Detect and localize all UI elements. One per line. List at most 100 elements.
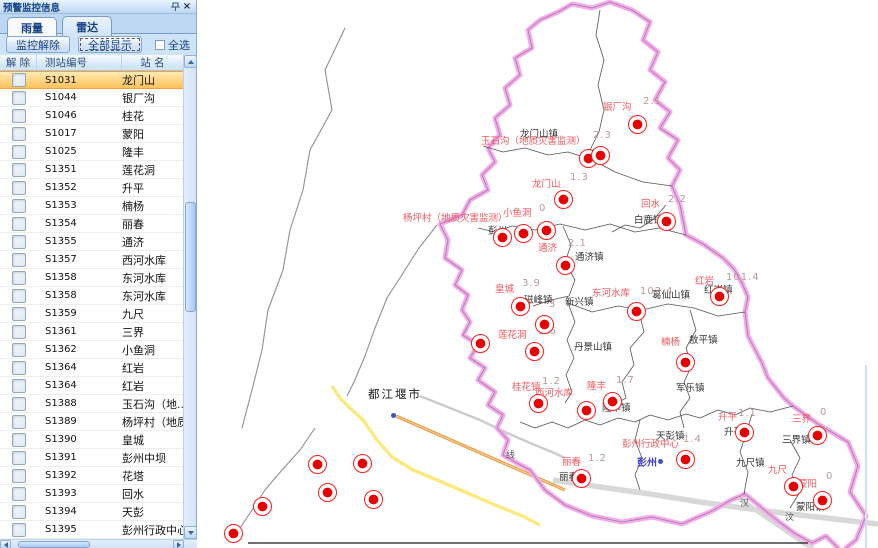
station-marker[interactable] bbox=[471, 334, 490, 353]
station-marker[interactable] bbox=[627, 302, 646, 321]
row-release-checkbox[interactable] bbox=[12, 109, 26, 123]
row-release-checkbox[interactable] bbox=[12, 289, 26, 303]
horizontal-scrollbar[interactable] bbox=[0, 539, 197, 548]
row-release-checkbox[interactable] bbox=[12, 253, 26, 267]
scroll-left-button[interactable] bbox=[0, 540, 11, 548]
station-marker[interactable] bbox=[591, 146, 610, 165]
row-release-checkbox[interactable] bbox=[12, 361, 26, 375]
station-marker[interactable] bbox=[603, 392, 622, 411]
station-marker[interactable] bbox=[710, 287, 729, 306]
row-release-checkbox[interactable] bbox=[12, 199, 26, 213]
vertical-scroll-thumb[interactable] bbox=[185, 202, 196, 312]
table-row[interactable]: S1394天彭 bbox=[0, 503, 184, 521]
row-release-checkbox[interactable] bbox=[12, 91, 26, 105]
vertical-scrollbar[interactable] bbox=[183, 55, 196, 539]
select-all[interactable]: 全选 bbox=[155, 37, 190, 53]
show-all-button[interactable]: 全部显示 bbox=[78, 36, 142, 53]
table-row[interactable]: S1354丽春 bbox=[0, 215, 184, 233]
horizontal-scroll-thumb[interactable] bbox=[18, 541, 90, 548]
table-row[interactable]: S1392花塔 bbox=[0, 467, 184, 485]
table-row[interactable]: S1389杨坪村（地质... bbox=[0, 413, 184, 431]
station-marker[interactable] bbox=[537, 221, 556, 240]
table-row[interactable]: S1351莲花洞 bbox=[0, 161, 184, 179]
table-row[interactable]: S1361三界 bbox=[0, 323, 184, 341]
row-release-checkbox[interactable] bbox=[12, 433, 26, 447]
row-release-checkbox[interactable] bbox=[12, 127, 26, 141]
pin-icon[interactable] bbox=[169, 1, 181, 12]
table-row[interactable]: S1353楠杨 bbox=[0, 197, 184, 215]
station-marker[interactable] bbox=[554, 190, 573, 209]
row-release-checkbox[interactable] bbox=[12, 235, 26, 249]
station-marker[interactable] bbox=[577, 401, 596, 420]
table-row[interactable]: S1390皇城 bbox=[0, 431, 184, 449]
row-release-checkbox[interactable] bbox=[12, 505, 26, 519]
table-row[interactable]: S1044银厂沟 bbox=[0, 89, 184, 107]
row-release-checkbox[interactable] bbox=[12, 307, 26, 321]
row-release-checkbox[interactable] bbox=[12, 145, 26, 159]
station-marker[interactable] bbox=[308, 455, 327, 474]
scroll-right-button[interactable] bbox=[173, 540, 184, 548]
row-release-checkbox[interactable] bbox=[12, 415, 26, 429]
row-release-checkbox[interactable] bbox=[12, 73, 26, 87]
monitor-release-button[interactable]: 监控解除 bbox=[6, 36, 70, 53]
table-row[interactable]: S1046桂花 bbox=[0, 107, 184, 125]
row-release-checkbox[interactable] bbox=[12, 523, 26, 537]
table-row[interactable]: S1031龙门山 bbox=[0, 71, 184, 89]
map-canvas[interactable]: 龙门山镇白鹿镇彭州通济镇磁峰镇新兴镇葛仙山镇红岩镇丹景山镇敖平镇军乐镇隆丰镇天彭… bbox=[197, 0, 878, 548]
table-row[interactable]: S1393回水 bbox=[0, 485, 184, 503]
table-row[interactable]: S1357西河水库 bbox=[0, 251, 184, 269]
row-release-checkbox[interactable] bbox=[12, 325, 26, 339]
station-marker[interactable] bbox=[784, 477, 803, 496]
station-marker[interactable] bbox=[253, 497, 272, 516]
row-release-checkbox[interactable] bbox=[12, 379, 26, 393]
station-marker[interactable] bbox=[353, 454, 372, 473]
station-marker[interactable] bbox=[514, 224, 533, 243]
station-marker[interactable] bbox=[657, 212, 676, 231]
row-release-checkbox[interactable] bbox=[12, 469, 26, 483]
station-marker[interactable] bbox=[535, 315, 554, 334]
row-release-checkbox[interactable] bbox=[12, 163, 26, 177]
station-marker[interactable] bbox=[628, 115, 647, 134]
table-row[interactable]: S1364红岩 bbox=[0, 359, 184, 377]
table-row[interactable]: S1391彭州中坝 bbox=[0, 449, 184, 467]
close-icon[interactable]: × bbox=[181, 1, 193, 12]
row-release-checkbox[interactable] bbox=[12, 343, 26, 357]
station-marker[interactable] bbox=[808, 426, 827, 445]
table-row[interactable]: S1358东河水库 bbox=[0, 269, 184, 287]
station-marker[interactable] bbox=[511, 297, 530, 316]
table-row[interactable]: S1362小鱼洞 bbox=[0, 341, 184, 359]
table-row[interactable]: S1388玉石沟（地... bbox=[0, 395, 184, 413]
column-header-station-name[interactable]: 站 名 bbox=[122, 55, 184, 70]
station-marker[interactable] bbox=[735, 423, 754, 442]
scroll-up-button[interactable] bbox=[184, 55, 197, 68]
table-row[interactable]: S1358东河水库 bbox=[0, 287, 184, 305]
table-row[interactable]: S1352升平 bbox=[0, 179, 184, 197]
table-row[interactable]: S1395彭州行政中心 bbox=[0, 521, 184, 539]
table-row[interactable]: S1025隆丰 bbox=[0, 143, 184, 161]
station-marker[interactable] bbox=[556, 256, 575, 275]
station-marker[interactable] bbox=[676, 450, 695, 469]
station-marker[interactable] bbox=[493, 228, 512, 247]
column-header-release[interactable]: 解 除 bbox=[0, 55, 37, 70]
table-row[interactable]: S1359九尺 bbox=[0, 305, 184, 323]
station-marker[interactable] bbox=[364, 490, 383, 509]
row-release-checkbox[interactable] bbox=[12, 397, 26, 411]
column-header-station-id[interactable]: 测站编号 bbox=[37, 55, 122, 70]
select-all-checkbox[interactable] bbox=[155, 40, 165, 50]
row-release-checkbox[interactable] bbox=[12, 451, 26, 465]
table-row[interactable]: S1355通济 bbox=[0, 233, 184, 251]
table-row[interactable]: S1017蒙阳 bbox=[0, 125, 184, 143]
station-marker[interactable] bbox=[813, 491, 832, 510]
scroll-down-button[interactable] bbox=[184, 526, 197, 539]
station-marker[interactable] bbox=[529, 394, 548, 413]
station-marker[interactable] bbox=[572, 469, 591, 488]
station-marker[interactable] bbox=[318, 483, 337, 502]
row-release-checkbox[interactable] bbox=[12, 217, 26, 231]
station-marker[interactable] bbox=[224, 524, 243, 543]
station-marker[interactable] bbox=[676, 353, 695, 372]
station-marker[interactable] bbox=[525, 342, 544, 361]
row-release-checkbox[interactable] bbox=[12, 181, 26, 195]
row-release-checkbox[interactable] bbox=[12, 271, 26, 285]
table-row[interactable]: S1364红岩 bbox=[0, 377, 184, 395]
row-release-checkbox[interactable] bbox=[12, 487, 26, 501]
